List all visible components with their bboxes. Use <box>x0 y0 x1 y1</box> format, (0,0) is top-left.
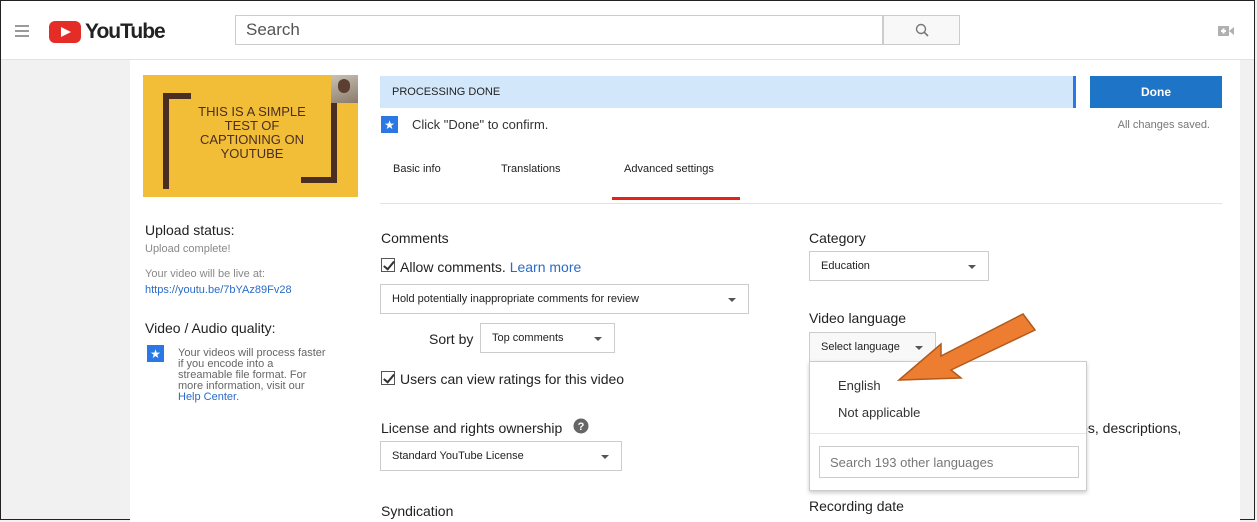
allow-comments-text: Allow comments. <box>400 259 506 275</box>
search-button[interactable] <box>883 15 960 45</box>
search-icon <box>915 23 929 37</box>
category-value: Education <box>821 260 870 272</box>
caption-settings-partial-text: les, descriptions, <box>1077 420 1182 436</box>
comment-moderation-dropdown[interactable]: Hold potentially inappropriate comments … <box>380 284 749 314</box>
annotation-arrow-shape <box>895 308 1045 408</box>
language-option-english[interactable]: English <box>838 378 881 393</box>
tab-advanced-settings[interactable]: Advanced settings <box>624 163 714 175</box>
learn-more-link[interactable]: Learn more <box>510 259 582 275</box>
processing-progress-edge <box>1073 76 1076 108</box>
category-dropdown[interactable]: Education <box>809 251 989 281</box>
confirm-text: Click "Done" to confirm. <box>412 117 549 132</box>
video-language-title: Video language <box>809 310 907 326</box>
live-text: Your video will be live at: <box>145 268 266 280</box>
quality-title: Video / Audio quality: <box>145 320 276 336</box>
search-field[interactable] <box>235 15 883 45</box>
help-icon[interactable]: ? <box>573 418 589 434</box>
sort-value: Top comments <box>492 332 564 344</box>
sort-by-label: Sort by <box>429 331 474 347</box>
processing-banner: PROCESSING DONE <box>380 76 1075 108</box>
comment-moderation-value: Hold potentially inappropriate comments … <box>392 293 640 305</box>
sort-dropdown[interactable]: Top comments <box>480 323 615 353</box>
upload-video-icon[interactable] <box>1218 25 1234 37</box>
license-title: License and rights ownership <box>381 420 563 436</box>
video-url-link[interactable]: https://youtu.be/7bYAz89Fv28 <box>145 284 292 296</box>
license-value: Standard YouTube License <box>392 450 524 462</box>
ratings-label: Users can view ratings for this video <box>400 371 625 387</box>
quality-note-text: Your videos will process faster if you e… <box>178 347 326 392</box>
upload-status-value: Upload complete! <box>145 243 231 255</box>
allow-comments-label: Allow comments. Learn more <box>400 259 581 275</box>
tab-divider <box>380 203 1222 204</box>
language-value: Select language <box>821 341 900 353</box>
saved-status: All changes saved. <box>1117 119 1210 131</box>
ratings-checkbox[interactable] <box>381 371 395 385</box>
youtube-logo[interactable]: YouTube <box>49 20 166 44</box>
recording-date-title: Recording date <box>809 498 904 514</box>
star-icon: ★ <box>147 345 164 362</box>
logo-text: YouTube <box>85 20 166 43</box>
youtube-play-icon <box>49 21 81 43</box>
thumbnail-caption: THIS IS A SIMPLE TEST OF CAPTIONING ON Y… <box>198 104 306 161</box>
category-title: Category <box>809 230 866 246</box>
language-search-input[interactable] <box>819 446 1079 478</box>
tab-basic-info[interactable]: Basic info <box>393 163 441 175</box>
svg-text:?: ? <box>578 421 585 433</box>
upload-status-title: Upload status: <box>145 222 235 238</box>
popup-divider <box>810 433 1086 434</box>
comments-title: Comments <box>381 230 449 246</box>
help-center-link[interactable]: Help Center. <box>178 391 239 403</box>
license-dropdown[interactable]: Standard YouTube License <box>380 441 622 471</box>
processing-text: PROCESSING DONE <box>392 86 501 98</box>
search-input[interactable] <box>236 16 882 44</box>
quality-note: Your videos will process faster if you e… <box>178 348 328 403</box>
done-button[interactable]: Done <box>1090 76 1222 108</box>
chevron-down-icon <box>728 298 736 302</box>
menu-icon[interactable] <box>15 25 29 40</box>
star-icon: ★ <box>381 116 398 133</box>
presenter-image <box>331 75 358 103</box>
allow-comments-checkbox[interactable] <box>381 258 395 272</box>
chevron-down-icon <box>601 455 609 459</box>
tab-translations[interactable]: Translations <box>501 163 561 175</box>
video-thumbnail[interactable]: THIS IS A SIMPLE TEST OF CAPTIONING ON Y… <box>143 75 358 197</box>
chevron-down-icon <box>594 337 602 341</box>
chevron-down-icon <box>968 265 976 269</box>
active-tab-indicator <box>612 197 740 200</box>
syndication-title: Syndication <box>381 503 454 519</box>
